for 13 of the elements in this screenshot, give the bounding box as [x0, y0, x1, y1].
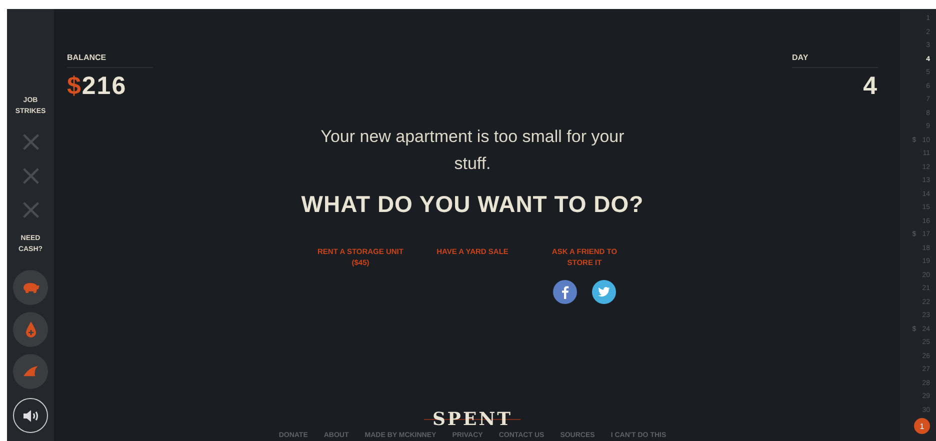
balance-label: BALANCE: [67, 53, 153, 68]
bird-icon[interactable]: [592, 280, 616, 304]
message-text: Your new apartment is too small for your stuff.: [320, 126, 626, 175]
blood-drop-button[interactable]: [13, 312, 48, 347]
day-number: 4: [863, 72, 878, 101]
facebook-icon[interactable]: [553, 280, 577, 304]
balance-amount: $216: [67, 72, 128, 101]
notification-badge[interactable]: 1: [914, 418, 930, 434]
question-heading: WHAT DO YOU WANT TO DO?: [301, 191, 644, 218]
sound-button[interactable]: [13, 398, 48, 433]
fin-button[interactable]: [13, 354, 48, 389]
piggy-bank-button[interactable]: [13, 270, 48, 305]
day-label: DAY: [792, 53, 878, 68]
